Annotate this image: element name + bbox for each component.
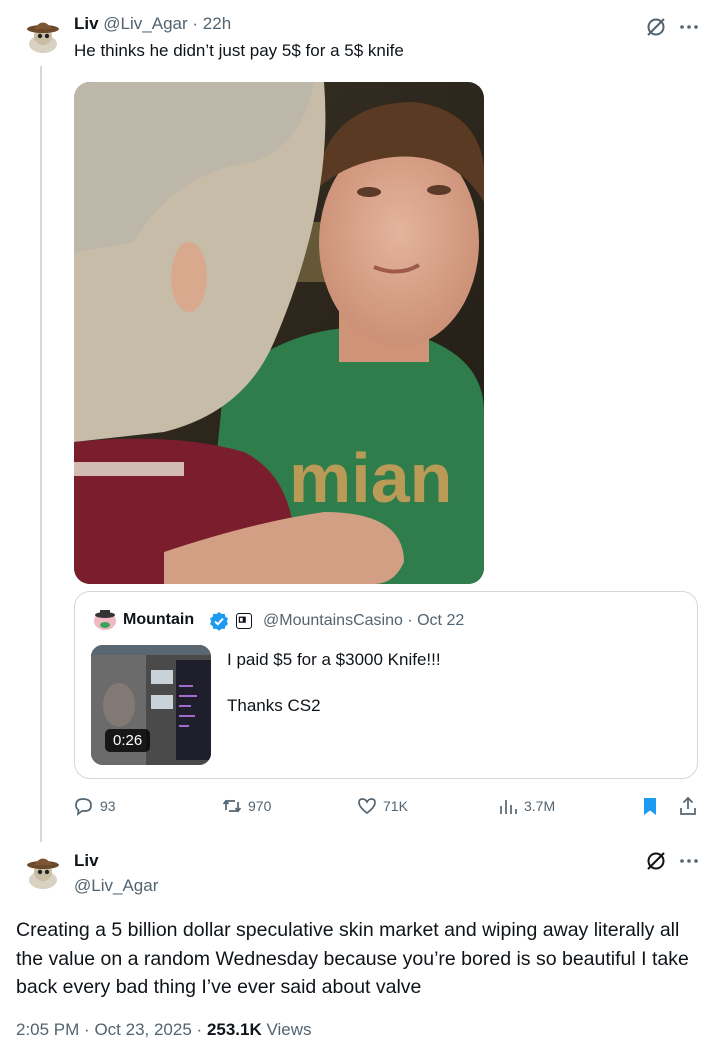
quoted-handle-line: @MountainsCasino · Oct 22 bbox=[263, 612, 464, 630]
tweet-time[interactable]: 2:05 PM bbox=[16, 1020, 79, 1039]
reply-count: 93 bbox=[100, 798, 116, 814]
quoted-video-thumbnail[interactable]: 0:26 bbox=[91, 645, 211, 765]
bookmark-button[interactable] bbox=[640, 796, 660, 816]
tweet-text: Creating a 5 billion dollar speculative … bbox=[16, 919, 689, 998]
tweet-time[interactable]: 22h bbox=[203, 14, 231, 33]
author-name[interactable]: Liv bbox=[74, 14, 99, 33]
retweet-icon bbox=[222, 799, 242, 813]
views-total: 253.1K bbox=[206, 1020, 262, 1039]
like-icon bbox=[358, 798, 376, 815]
video-duration: 0:26 bbox=[105, 729, 151, 752]
like-button[interactable]: 71K bbox=[357, 796, 408, 816]
share-icon bbox=[680, 796, 696, 815]
author-name[interactable]: Liv bbox=[74, 851, 99, 871]
dot-separator: · bbox=[84, 1020, 90, 1039]
affiliate-icon[interactable] bbox=[236, 613, 252, 629]
quoted-date[interactable]: Oct 22 bbox=[417, 612, 464, 629]
reply-icon bbox=[75, 798, 92, 816]
dot-separator: · bbox=[196, 1020, 203, 1039]
verified-icon bbox=[209, 611, 229, 631]
shirt-text: mian bbox=[289, 439, 452, 517]
dot-separator: · bbox=[407, 612, 413, 629]
views-icon bbox=[500, 800, 517, 814]
quoted-tweet[interactable]: Mountain @MountainsCasino · Oct 22 0:26 … bbox=[74, 591, 698, 779]
quoted-text-line2: Thanks CS2 bbox=[227, 696, 321, 715]
tweet-date[interactable]: Oct 23, 2025 bbox=[94, 1020, 191, 1039]
tweet-photo[interactable]: mian bbox=[74, 82, 484, 584]
views-label: Views bbox=[266, 1020, 312, 1039]
dot-separator: · bbox=[192, 14, 199, 33]
views-button[interactable]: 3.7M bbox=[498, 796, 555, 816]
avatar[interactable] bbox=[22, 850, 64, 892]
quoted-text-line1: I paid $5 for a $3000 Knife!!! bbox=[227, 650, 441, 669]
bookmark-icon bbox=[644, 798, 656, 815]
tweet-text: He thinks he didn’t just pay 5$ for a 5$… bbox=[74, 41, 404, 60]
author-handle[interactable]: @Liv_Agar bbox=[74, 876, 158, 896]
quoted-author-name[interactable]: Mountain bbox=[123, 611, 194, 629]
avatar[interactable] bbox=[22, 14, 64, 56]
quoted-handle[interactable]: @MountainsCasino bbox=[263, 612, 403, 629]
share-button[interactable] bbox=[678, 796, 698, 816]
more-icon[interactable] bbox=[678, 850, 700, 872]
views-count: 3.7M bbox=[524, 798, 556, 814]
grok-icon[interactable] bbox=[645, 16, 667, 38]
grok-icon[interactable] bbox=[645, 850, 667, 872]
like-count: 71K bbox=[383, 798, 408, 814]
author-handle[interactable]: @Liv_Agar bbox=[103, 14, 187, 33]
retweet-count: 970 bbox=[248, 798, 272, 814]
tweet-meta: 2:05 PM · Oct 23, 2025 · 253.1K Views bbox=[16, 1020, 312, 1040]
thread-line bbox=[40, 66, 42, 842]
retweet-button[interactable]: 970 bbox=[222, 796, 271, 816]
action-bar: 93 970 71K 3.7M bbox=[74, 796, 700, 820]
tweet-header: Liv @Liv_Agar · 22h bbox=[74, 14, 231, 34]
reply-button[interactable]: 93 bbox=[74, 796, 116, 816]
more-icon[interactable] bbox=[678, 16, 700, 38]
quoted-avatar[interactable] bbox=[91, 606, 119, 634]
